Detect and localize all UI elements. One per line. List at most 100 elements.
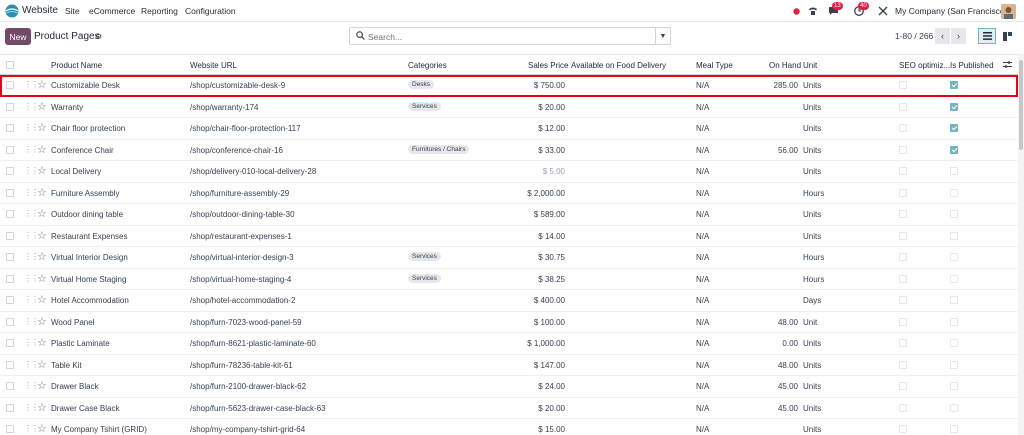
star-icon[interactable]: ☆ — [37, 422, 47, 435]
star-icon[interactable]: ☆ — [37, 78, 47, 91]
row-checkbox[interactable] — [6, 124, 14, 132]
drag-handle-icon[interactable]: ⋮⋮ — [24, 145, 39, 154]
drag-handle-icon[interactable]: ⋮⋮ — [24, 166, 39, 175]
pager-value[interactable]: 1-80 / 266 — [895, 31, 933, 41]
table-row[interactable]: ⋮⋮ ☆ Local Delivery/shop/delivery-010-loca… — [0, 161, 1018, 183]
is-published-checkbox[interactable] — [950, 210, 958, 218]
table-row[interactable]: ⋮⋮ ☆ Virtual Home Staging/shop/virtual-hom… — [0, 269, 1018, 290]
menu-site[interactable]: Site — [65, 6, 80, 16]
row-checkbox[interactable] — [6, 403, 14, 412]
star-icon[interactable]: ☆ — [37, 315, 47, 328]
clock-icon[interactable]: 40 — [850, 2, 869, 18]
list-view-button[interactable] — [978, 28, 996, 44]
drag-handle-icon[interactable]: ⋮⋮ — [24, 338, 39, 347]
is-published-checkbox[interactable] — [950, 425, 958, 433]
drag-handle-icon[interactable]: ⋮⋮ — [24, 317, 39, 326]
row-checkbox[interactable] — [6, 145, 14, 154]
optional-columns-icon[interactable] — [1003, 60, 1012, 71]
tools-icon[interactable] — [877, 4, 889, 18]
drag-handle-icon[interactable]: ⋮⋮ — [24, 252, 39, 261]
table-row[interactable]: ⋮⋮ ☆ Chair floor protection/shop/chair-flo… — [0, 118, 1018, 140]
column-is-published[interactable]: Is Published — [950, 61, 994, 70]
table-row[interactable]: ⋮⋮ ☆ Wood Panel/shop/furn-7023-wood-panel-… — [0, 312, 1018, 333]
drag-handle-icon[interactable]: ⋮⋮ — [24, 209, 39, 218]
company-switcher[interactable]: My Company (San Francisco) — [895, 6, 1007, 16]
table-row[interactable]: ⋮⋮ ☆ Table Kit/shop/furn-78236-table-kit-6… — [0, 355, 1018, 376]
drag-handle-icon[interactable]: ⋮⋮ — [24, 102, 39, 111]
row-checkbox[interactable] — [6, 274, 14, 283]
table-row[interactable]: ⋮⋮ ☆ My Company Tshirt (GRID) /shop/my-comp… — [0, 419, 1018, 435]
star-icon[interactable]: ☆ — [37, 336, 47, 349]
table-row[interactable]: ⋮⋮ ☆ Hotel Accommodation/shop/hotel-accomm… — [0, 290, 1018, 312]
search-input[interactable] — [368, 30, 638, 43]
drag-handle-icon[interactable]: ⋮⋮ — [24, 403, 39, 412]
star-icon[interactable]: ☆ — [37, 121, 47, 134]
row-checkbox[interactable] — [6, 231, 14, 240]
drag-handle-icon[interactable]: ⋮⋮ — [24, 231, 39, 240]
status-dot-icon[interactable] — [791, 4, 801, 18]
column-product-name[interactable]: Product Name — [51, 61, 102, 70]
drag-handle-icon[interactable]: ⋮⋮ — [24, 80, 39, 89]
star-icon[interactable]: ☆ — [37, 186, 47, 199]
vertical-scrollbar[interactable] — [1018, 54, 1024, 435]
row-checkbox[interactable] — [6, 81, 14, 89]
pager-previous-button[interactable]: ‹ — [935, 28, 950, 44]
is-published-checkbox[interactable] — [950, 360, 958, 369]
is-published-checkbox[interactable] — [950, 382, 958, 390]
table-row[interactable]: ⋮⋮ ☆ Drawer Black/shop/furn-2100-drawer-bl… — [0, 376, 1018, 398]
star-icon[interactable]: ☆ — [37, 100, 47, 113]
drag-handle-icon[interactable]: ⋮⋮ — [24, 123, 39, 132]
star-icon[interactable]: ☆ — [37, 293, 47, 306]
kanban-view-button[interactable] — [998, 28, 1016, 44]
table-row[interactable]: ⋮⋮ ☆ Virtual Interior Design/shop/virtual-… — [0, 247, 1018, 269]
row-checkbox[interactable] — [6, 382, 14, 390]
row-checkbox[interactable] — [6, 296, 14, 304]
user-avatar[interactable] — [1001, 4, 1016, 19]
drag-handle-icon[interactable]: ⋮⋮ — [24, 188, 39, 197]
star-icon[interactable]: ☆ — [37, 401, 47, 414]
is-published-checkbox[interactable] — [950, 231, 958, 240]
is-published-checkbox[interactable] — [950, 339, 958, 347]
pager-next-button[interactable]: › — [951, 28, 966, 44]
is-published-checkbox[interactable] — [950, 296, 958, 304]
is-published-checkbox[interactable] — [950, 167, 958, 175]
column-website-url[interactable]: Website URL — [190, 61, 237, 70]
row-checkbox[interactable] — [6, 317, 14, 326]
select-all-checkbox[interactable] — [6, 61, 14, 69]
star-icon[interactable]: ☆ — [37, 207, 47, 220]
row-checkbox[interactable] — [6, 360, 14, 369]
table-row[interactable]: ⋮⋮ ☆ Plastic Laminate/shop/furn-8621-plast… — [0, 333, 1018, 355]
menu-configuration[interactable]: Configuration — [185, 6, 236, 16]
star-icon[interactable]: ☆ — [37, 164, 47, 177]
column-on-hand[interactable]: On Hand — [769, 61, 801, 70]
column-sales-price[interactable]: Sales Price — [528, 61, 568, 70]
is-published-checkbox[interactable] — [950, 81, 958, 89]
row-checkbox[interactable] — [6, 253, 14, 261]
row-checkbox[interactable] — [6, 167, 14, 175]
row-checkbox[interactable] — [6, 425, 14, 433]
row-checkbox[interactable] — [6, 210, 14, 218]
star-icon[interactable]: ☆ — [37, 272, 47, 285]
phone-icon[interactable] — [806, 4, 820, 18]
is-published-checkbox[interactable] — [950, 403, 958, 412]
column-meal-type[interactable]: Meal Type — [696, 61, 733, 70]
table-row[interactable]: ⋮⋮ ☆ Customizable Desk/shop/customizable-d… — [0, 75, 1018, 97]
column-food-delivery[interactable]: Available on Food Delivery — [571, 61, 666, 70]
search-options-caret-icon[interactable]: ▼ — [655, 28, 670, 44]
table-row[interactable]: ⋮⋮ ☆ Conference Chair/shop/conference-chai… — [0, 140, 1018, 161]
column-unit[interactable]: Unit — [803, 61, 817, 70]
is-published-checkbox[interactable] — [950, 102, 958, 111]
website-app-icon[interactable] — [5, 4, 19, 18]
is-published-checkbox[interactable] — [950, 253, 958, 261]
scrollbar-thumb[interactable] — [1019, 60, 1023, 150]
chat-icon[interactable]: 13 — [824, 2, 843, 18]
star-icon[interactable]: ☆ — [37, 358, 47, 371]
table-row[interactable]: ⋮⋮ ☆ Furniture Assembly/shop/furniture-ass… — [0, 183, 1018, 204]
is-published-checkbox[interactable] — [950, 274, 958, 283]
is-published-checkbox[interactable] — [950, 188, 958, 197]
new-button[interactable]: New — [5, 28, 31, 45]
drag-handle-icon[interactable]: ⋮⋮ — [24, 274, 39, 283]
menu-reporting[interactable]: Reporting — [141, 6, 178, 16]
column-seo-optimized[interactable]: SEO optimiz... — [899, 61, 950, 70]
star-icon[interactable]: ☆ — [37, 143, 47, 156]
